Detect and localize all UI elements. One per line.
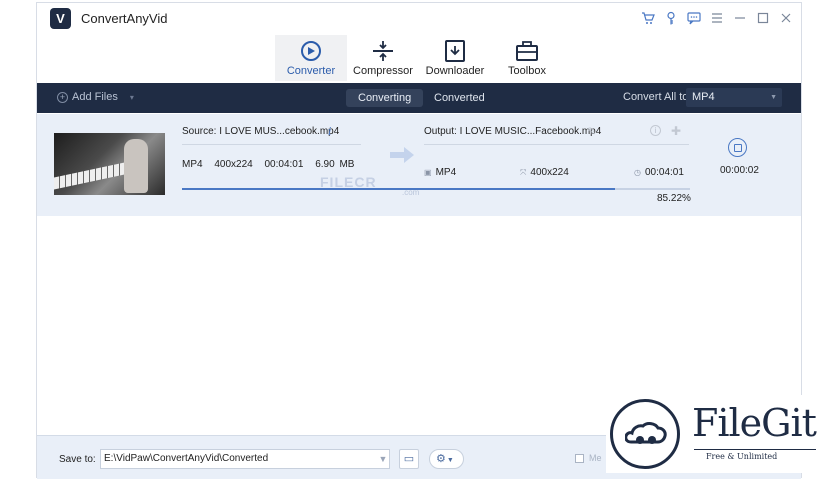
output-format: MP4: [435, 167, 457, 178]
filegit-logo-icon: [610, 399, 680, 469]
app-title: ConvertAnyVid: [81, 11, 168, 26]
close-icon[interactable]: [777, 9, 795, 27]
chevron-down-icon: ▼: [770, 94, 777, 101]
watermark-suffix: .com: [402, 188, 420, 197]
thumbnail-piano: [54, 160, 134, 190]
output-resolution-field[interactable]: ⤧ 400x224: [520, 167, 569, 178]
add-files-button[interactable]: + Add Files ▾: [57, 91, 134, 103]
cart-icon[interactable]: [639, 9, 657, 27]
add-output-icon[interactable]: ✚: [671, 124, 681, 138]
key-icon[interactable]: [662, 9, 680, 27]
app-logo: V: [50, 8, 71, 29]
filegit-title: FileGit: [692, 401, 817, 445]
compressor-icon: [373, 41, 393, 61]
toolbox-icon: [516, 41, 538, 61]
output-info-icon[interactable]: i: [650, 125, 661, 136]
divider: [694, 449, 816, 450]
film-icon: ▣: [424, 168, 432, 177]
info-icon[interactable]: i: [328, 125, 332, 138]
source-format: MP4: [182, 159, 203, 170]
downloader-icon: [445, 40, 465, 62]
tab-label: Downloader: [425, 65, 485, 77]
convert-all-select[interactable]: MP4 ▼: [686, 88, 782, 107]
convert-all-label: Convert All to:: [623, 91, 692, 103]
settings-button[interactable]: ⚙▼: [429, 449, 464, 469]
source-size: 6.90 MB: [315, 159, 355, 170]
filecr-watermark: FILECR .com: [320, 174, 419, 197]
merge-label: Me: [589, 453, 602, 463]
save-path-field[interactable]: E:\VidPaw\ConvertAnyVid\Converted: [100, 449, 390, 469]
toolbar: + Add Files ▾ Converting Converted Conve…: [37, 83, 801, 113]
progress-percent: 85.22%: [657, 193, 691, 204]
main-tabs: Converter Compressor Downloader Toolbox: [37, 33, 801, 83]
tab-converted[interactable]: Converted: [422, 89, 497, 107]
gear-icon: ⚙: [436, 453, 446, 465]
tab-compressor[interactable]: Compressor: [347, 35, 419, 81]
output-duration-field[interactable]: ◷ 00:04:01: [634, 167, 684, 178]
filegit-badge: FileGit Free & Unlimited: [606, 395, 820, 473]
edit-icon[interactable]: ✎: [587, 125, 596, 138]
minimize-icon[interactable]: [731, 9, 749, 27]
source-duration: 00:04:01: [264, 159, 304, 170]
stop-button[interactable]: [728, 138, 747, 157]
filegit-subtitle: Free & Unlimited: [706, 452, 778, 461]
resize-icon: ⤧: [520, 167, 527, 177]
merge-checkbox[interactable]: [575, 454, 584, 463]
clock-icon: ◷: [634, 168, 641, 177]
source-resolution: 400x224: [214, 159, 253, 170]
convert-all-value: MP4: [692, 91, 715, 103]
watermark-text: FILECR: [320, 174, 377, 190]
tab-toolbox[interactable]: Toolbox: [491, 35, 563, 81]
menu-icon[interactable]: [708, 9, 726, 27]
tab-label: Compressor: [353, 65, 413, 77]
chevron-down-icon[interactable]: ▼: [373, 449, 393, 469]
window-controls: [639, 9, 795, 27]
thumbnail-figure: [124, 139, 148, 193]
video-thumbnail[interactable]: [54, 133, 165, 195]
source-meta: MP4 400x224 00:04:01 6.90 MB: [182, 159, 361, 170]
chat-icon[interactable]: [685, 9, 703, 27]
elapsed-time: 00:00:02: [720, 165, 759, 176]
conversion-task-row[interactable]: Source: I LOVE MUS...cebook.mp4 i MP4 40…: [37, 114, 801, 216]
tab-downloader[interactable]: Downloader: [419, 35, 491, 81]
arrow-right-icon: [390, 147, 414, 163]
converter-icon: [301, 41, 321, 61]
output-resolution: 400x224: [530, 167, 569, 178]
output-duration: 00:04:01: [644, 167, 684, 178]
divider: [424, 144, 689, 145]
tab-converting[interactable]: Converting: [346, 89, 424, 107]
tab-converter[interactable]: Converter: [275, 35, 347, 81]
folder-icon: ▭: [403, 453, 415, 465]
tab-label: Toolbox: [508, 65, 546, 77]
chevron-down-icon[interactable]: ▾: [130, 93, 134, 102]
add-files-label: Add Files: [72, 91, 118, 103]
save-to-label: Save to:: [59, 454, 96, 465]
source-file-name: Source: I LOVE MUS...cebook.mp4: [182, 126, 340, 137]
plus-icon: +: [57, 91, 68, 103]
open-folder-button[interactable]: ▭: [399, 449, 419, 469]
maximize-icon[interactable]: [754, 9, 772, 27]
progress-bar: [182, 188, 690, 190]
output-format-field[interactable]: ▣ MP4: [424, 167, 456, 178]
divider: [182, 144, 361, 145]
tab-label: Converter: [286, 65, 336, 77]
title-bar: V ConvertAnyVid: [37, 3, 801, 33]
output-file-name: Output: I LOVE MUSIC...Facebook.mp4: [424, 126, 602, 137]
chevron-down-icon: ▼: [446, 457, 454, 464]
